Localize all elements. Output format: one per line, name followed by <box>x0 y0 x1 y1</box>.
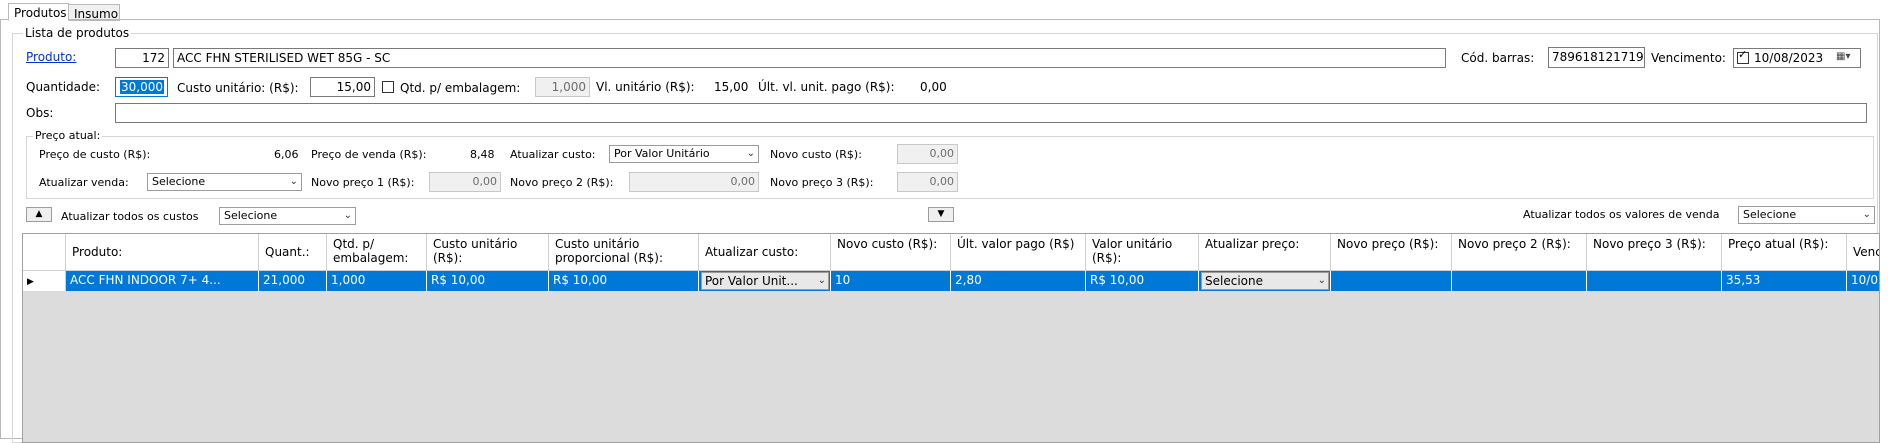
table-cell[interactable]: 21,000 <box>259 271 327 291</box>
table-cell[interactable]: R$ 10,00 <box>549 271 699 291</box>
table-cell[interactable]: R$ 10,00 <box>1086 271 1199 291</box>
novo-custo-field[interactable]: 0,00 <box>897 144 958 164</box>
column-header[interactable]: Custo unitário (R$): <box>427 234 549 271</box>
table-cell[interactable] <box>1587 271 1722 291</box>
cod-barras-label: Cód. barras: <box>1461 51 1535 65</box>
vencimento-label: Vencimento: <box>1651 51 1726 65</box>
atualizar-venda-label: Atualizar venda: <box>39 176 129 189</box>
novo-preco1-field[interactable]: 0,00 <box>429 172 501 192</box>
novo-custo-label: Novo custo (R$): <box>770 148 862 161</box>
column-header[interactable]: Novo preço (R$): <box>1331 234 1452 271</box>
move-down-button[interactable]: ▼ <box>928 207 954 222</box>
novo-preco2-label: Novo preço 2 (R$): <box>510 176 614 189</box>
column-header[interactable]: Produto: <box>66 234 259 271</box>
atualizar-custo-select[interactable]: Por Valor Unitário ⌄ <box>609 145 759 163</box>
atualizar-preco-cell-value: Selecione <box>1205 274 1263 288</box>
column-header[interactable]: Valor unitário (R$): <box>1086 234 1199 271</box>
chevron-down-icon: ⌄ <box>817 275 826 286</box>
table-cell[interactable]: 2,80 <box>951 271 1086 291</box>
atualizar-custo-value: Por Valor Unitário <box>614 147 710 160</box>
qtd-embalagem-checkbox[interactable] <box>382 81 394 93</box>
quantidade-value: 30,000 <box>120 80 164 94</box>
chevron-down-icon: ⌄ <box>746 148 755 159</box>
current-row-arrow-icon: ▶ <box>27 277 34 287</box>
atualizar-preco-cell-select[interactable]: Selecione ⌄ <box>1201 272 1329 290</box>
row-header-corner <box>23 234 66 271</box>
atualizar-venda-todos-value: Selecione <box>1743 208 1797 221</box>
preco-venda-label: Preço de venda (R$): <box>311 148 427 161</box>
column-header[interactable]: Vencim <box>1847 234 1879 271</box>
obs-label: Obs: <box>26 106 54 120</box>
atualizar-custos-select[interactable]: Selecione ⌄ <box>219 207 356 225</box>
column-header[interactable]: Atualizar custo: <box>699 234 831 271</box>
atualizar-custo-cell-select[interactable]: Por Valor Unit... ⌄ <box>701 272 829 290</box>
column-header[interactable]: Atualizar preço: <box>1199 234 1331 271</box>
chevron-down-icon: ⌄ <box>1862 209 1871 220</box>
column-header[interactable]: Custo unitário proporcional (R$): <box>549 234 699 271</box>
custo-unitario-label: Custo unitário: (R$): <box>177 81 299 95</box>
chevron-down-icon: ⌄ <box>343 210 352 221</box>
quantidade-field[interactable]: 30,000 <box>115 77 168 97</box>
table-cell[interactable]: 35,53 <box>1722 271 1847 291</box>
calendar-icon[interactable]: ▦▾ <box>1836 51 1850 62</box>
column-header[interactable]: Novo preço 3 (R$): <box>1587 234 1722 271</box>
tab-produtos[interactable]: Produtos <box>8 3 69 21</box>
table-cell[interactable]: 1,000 <box>327 271 427 291</box>
checkmark-icon: ✓ <box>1738 48 1748 61</box>
atualizar-venda-todos-label: Atualizar todos os valores de venda <box>1523 208 1720 221</box>
table-cell[interactable] <box>1452 271 1587 291</box>
atualizar-custo-cell-value: Por Valor Unit... <box>705 274 798 288</box>
produto-code-field[interactable]: 172 <box>115 48 169 68</box>
ult-vl-value: 0,00 <box>920 80 947 94</box>
atualizar-venda-todos-select[interactable]: Selecione ⌄ <box>1738 206 1875 224</box>
qtd-embalagem-field[interactable]: 1,000 <box>535 77 590 97</box>
vl-unitario-value: 15,00 <box>714 80 749 94</box>
atualizar-venda-select[interactable]: Selecione ⌄ <box>147 173 302 191</box>
obs-field[interactable] <box>115 103 1867 123</box>
table-cell[interactable]: 10/02/ <box>1847 271 1879 291</box>
products-grid[interactable]: Produto: Quant.: Qtd. p/ embalagem: Cust… <box>22 233 1880 443</box>
preco-atual-title: Preço atual: <box>33 129 103 142</box>
table-cell[interactable]: ACC FHN INDOOR 7+ 4... <box>66 271 259 291</box>
ult-vl-label: Últ. vl. unit. pago (R$): <box>758 80 895 94</box>
atualizar-custo-label: Atualizar custo: <box>510 148 596 161</box>
novo-preco1-label: Novo preço 1 (R$): <box>311 176 415 189</box>
column-header[interactable]: Qtd. p/ embalagem: <box>327 234 427 271</box>
novo-preco2-field[interactable]: 0,00 <box>629 172 759 192</box>
move-up-button[interactable]: ▲ <box>26 207 52 222</box>
vencimento-value: 10/08/2023 <box>1754 51 1824 65</box>
atualizar-venda-value: Selecione <box>152 175 206 188</box>
column-header[interactable]: Preço atual (R$): <box>1722 234 1847 271</box>
column-header[interactable]: Novo custo (R$): <box>831 234 951 271</box>
novo-preco3-label: Novo preço 3 (R$): <box>770 176 874 189</box>
preco-venda-value: 8,48 <box>470 148 495 161</box>
novo-preco3-field[interactable]: 0,00 <box>897 172 958 192</box>
produto-link[interactable]: Produto: <box>26 50 76 64</box>
chevron-down-icon: ⌄ <box>289 176 298 187</box>
row-indicator[interactable]: ▶ <box>23 271 66 291</box>
table-cell[interactable]: R$ 10,00 <box>427 271 549 291</box>
atualizar-custos-value: Selecione <box>224 209 278 222</box>
preco-custo-label: Preço de custo (R$): <box>39 148 151 161</box>
column-header[interactable]: Novo preço 2 (R$): <box>1452 234 1587 271</box>
column-header[interactable]: Últ. valor pago (R$) <box>951 234 1086 271</box>
quantidade-label: Quantidade: <box>26 80 101 94</box>
chevron-down-icon: ⌄ <box>1317 275 1326 286</box>
custo-unitario-field[interactable]: 15,00 <box>310 77 375 97</box>
vl-unitario-label: Vl. unitário (R$): <box>596 80 695 94</box>
atualizar-custos-label: Atualizar todos os custos <box>61 210 199 223</box>
column-header[interactable]: Quant.: <box>259 234 327 271</box>
preco-custo-value: 6,06 <box>274 148 299 161</box>
lista-produtos-title: Lista de produtos <box>23 26 132 40</box>
table-cell[interactable]: 10 <box>831 271 951 291</box>
qtd-embalagem-label: Qtd. p/ embalagem: <box>400 81 521 95</box>
cod-barras-field[interactable]: 7896181217199 <box>1548 47 1645 68</box>
table-cell[interactable] <box>1331 271 1452 291</box>
produto-name-field[interactable]: ACC FHN STERILISED WET 85G - SC <box>173 48 1446 68</box>
